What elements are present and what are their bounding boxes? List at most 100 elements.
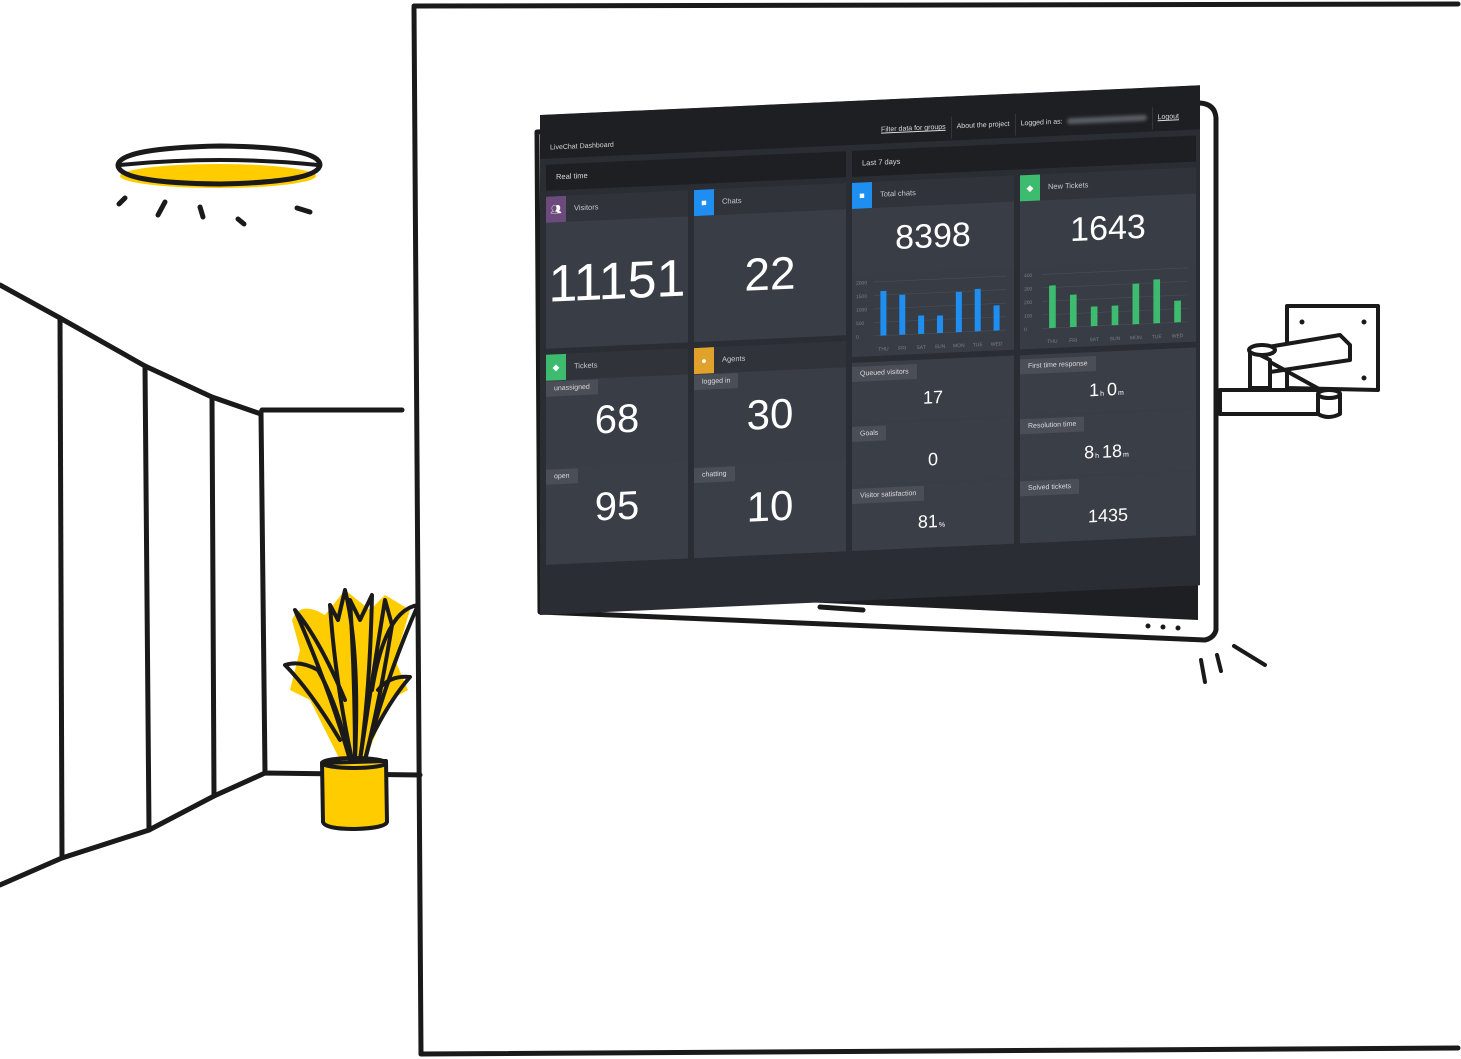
chats-value: 22 bbox=[744, 246, 796, 301]
visitor-satisfaction-value: 81% bbox=[917, 511, 946, 532]
x-tick-label: FRI bbox=[898, 346, 906, 352]
about-project-link[interactable]: About the project bbox=[950, 113, 1015, 139]
gridline bbox=[874, 289, 1006, 296]
new-tickets-tile[interactable]: ◆ New Tickets 1643 0 100 200 300 400 THU FRI SA… bbox=[1020, 167, 1196, 350]
y-tick-label: 400 bbox=[1024, 273, 1033, 279]
gridline bbox=[1042, 294, 1188, 302]
people-icon: 👥︎ bbox=[546, 195, 566, 223]
solved-tickets-block: Solved tickets 1435 bbox=[1020, 471, 1196, 544]
tag-icon: ◆ bbox=[1020, 174, 1040, 202]
tv-indicator-dot bbox=[1175, 625, 1181, 631]
visitors-tile[interactable]: 👥︎ Visitors 11151 bbox=[546, 190, 688, 349]
resolution-time-label: Resolution time bbox=[1020, 416, 1085, 435]
goals-block: Goals 0 bbox=[852, 417, 1014, 485]
x-tick-label: SAT bbox=[916, 345, 925, 351]
filter-groups-link[interactable]: Filter data for groups bbox=[876, 117, 951, 142]
bar-sat bbox=[918, 315, 925, 334]
queued-visitors-block: Queued visitors 17 bbox=[852, 355, 1014, 423]
bar-sat bbox=[1090, 306, 1098, 327]
visitors-value: 11151 bbox=[548, 249, 686, 314]
bar-wed bbox=[1174, 300, 1181, 323]
total-chats-tile[interactable]: ■ Total chats 8398 0 500 1000 1500 2000 THU FR… bbox=[852, 175, 1014, 357]
gridline bbox=[1042, 267, 1188, 275]
logged-in-label: Logged in as: bbox=[1020, 118, 1063, 128]
x-tick-label: MON bbox=[953, 343, 965, 350]
agent-icon: ● bbox=[694, 347, 714, 375]
unassigned-label: unassigned bbox=[546, 379, 598, 397]
y-tick-label: 0 bbox=[856, 335, 859, 341]
bar-fri bbox=[899, 294, 906, 335]
logout-link[interactable]: Logout bbox=[1151, 106, 1184, 130]
goals-label: Goals bbox=[852, 425, 887, 442]
bar-mon bbox=[1132, 283, 1140, 325]
tv-logo-bar bbox=[817, 604, 866, 613]
bar-mon bbox=[955, 291, 962, 333]
dashboard-screen: LiveChat Dashboard Filter data for group… bbox=[540, 85, 1200, 616]
x-tick-label: SAT bbox=[1089, 337, 1098, 343]
x-tick-label: SUN bbox=[935, 344, 946, 350]
tv-indicator-dot bbox=[1160, 624, 1166, 630]
total-chats-title: Total chats bbox=[880, 188, 916, 199]
logged-in-value: 30 bbox=[746, 389, 794, 439]
first-time-response-block: First time response 1h 0m bbox=[1020, 347, 1196, 416]
x-tick-label: SUN bbox=[1110, 336, 1121, 342]
chats-title: Chats bbox=[722, 195, 742, 206]
queued-visitors-value: 17 bbox=[922, 386, 944, 408]
top-nav: Filter data for groups About the project… bbox=[876, 106, 1184, 142]
visitor-satisfaction-label: Visitor satisfaction bbox=[852, 485, 925, 504]
tickets-tile[interactable]: ◆ Tickets unassigned 68 open 95 bbox=[546, 348, 688, 565]
first-time-response-label: First time response bbox=[1020, 356, 1096, 375]
total-chats-value: 8398 bbox=[895, 215, 971, 258]
stats-column-chats: Queued visitors 17 Goals 0 Visitor satis… bbox=[852, 355, 1014, 551]
x-tick-label: TUE bbox=[973, 342, 984, 348]
bar-thu bbox=[1049, 285, 1056, 329]
open-value: 95 bbox=[594, 483, 640, 530]
total-chats-chart: 0 500 1000 1500 2000 THU FRI SAT SUN MON TUE WED bbox=[852, 267, 1014, 357]
solved-tickets-value: 1435 bbox=[1087, 504, 1129, 527]
gridline bbox=[874, 302, 1006, 310]
bar-fri bbox=[1069, 294, 1077, 328]
new-tickets-value: 1643 bbox=[1070, 207, 1146, 250]
bar-sun bbox=[1111, 305, 1119, 326]
visitors-title: Visitors bbox=[574, 202, 599, 213]
stats-column-tickets: First time response 1h 0m Resolution time… bbox=[1020, 347, 1196, 544]
chats-tile[interactable]: ■ Chats 22 bbox=[694, 183, 846, 343]
app-title: LiveChat Dashboard bbox=[550, 141, 614, 152]
x-tick-label: THU bbox=[878, 346, 889, 352]
x-tick-label: MON bbox=[1130, 335, 1142, 342]
bar-tue bbox=[974, 288, 981, 332]
gridline bbox=[1042, 281, 1188, 289]
new-tickets-chart: 0 100 200 300 400 THU FRI SAT SUN MON TUE WED bbox=[1020, 259, 1196, 350]
y-tick-label: 500 bbox=[856, 321, 865, 327]
potted-plant-icon bbox=[283, 588, 420, 831]
user-email-blurred bbox=[1066, 114, 1147, 125]
x-tick-label: WED bbox=[1172, 333, 1184, 340]
bar-tue bbox=[1153, 279, 1161, 324]
x-tick-label: TUE bbox=[1152, 334, 1163, 340]
x-tick-label: FRI bbox=[1069, 338, 1077, 344]
unassigned-value: 68 bbox=[594, 396, 640, 443]
y-tick-label: 100 bbox=[1024, 313, 1033, 319]
y-tick-label: 200 bbox=[1024, 300, 1033, 306]
ceiling-lamp-icon bbox=[115, 143, 323, 227]
y-tick-label: 300 bbox=[1024, 286, 1033, 292]
gridline bbox=[874, 275, 1006, 283]
tickets-title: Tickets bbox=[574, 360, 598, 371]
bar-thu bbox=[880, 290, 887, 336]
agents-tile[interactable]: ● Agents logged in 30 chatting 10 bbox=[694, 341, 846, 559]
chatting-value: 10 bbox=[746, 481, 794, 531]
x-tick-label: THU bbox=[1047, 339, 1058, 345]
bar-wed bbox=[993, 305, 1000, 331]
y-tick-label: 2000 bbox=[856, 280, 867, 287]
goals-value: 0 bbox=[927, 449, 938, 470]
total-chats-bar-chart: 0 500 1000 1500 2000 THU FRI SAT SUN MON TUE WED bbox=[856, 275, 1006, 353]
wall-mount-arm-icon bbox=[1218, 304, 1380, 419]
y-tick-label: 1000 bbox=[856, 307, 867, 314]
bar-sun bbox=[936, 315, 944, 334]
x-tick-label: WED bbox=[991, 341, 1003, 348]
tv-indicator-dot bbox=[1145, 623, 1151, 629]
chat-bubble-icon: ■ bbox=[852, 182, 872, 209]
queued-visitors-label: Queued visitors bbox=[852, 364, 917, 382]
y-tick-label: 1500 bbox=[856, 294, 867, 301]
resolution-time-block: Resolution time 8h 18m bbox=[1020, 409, 1196, 478]
